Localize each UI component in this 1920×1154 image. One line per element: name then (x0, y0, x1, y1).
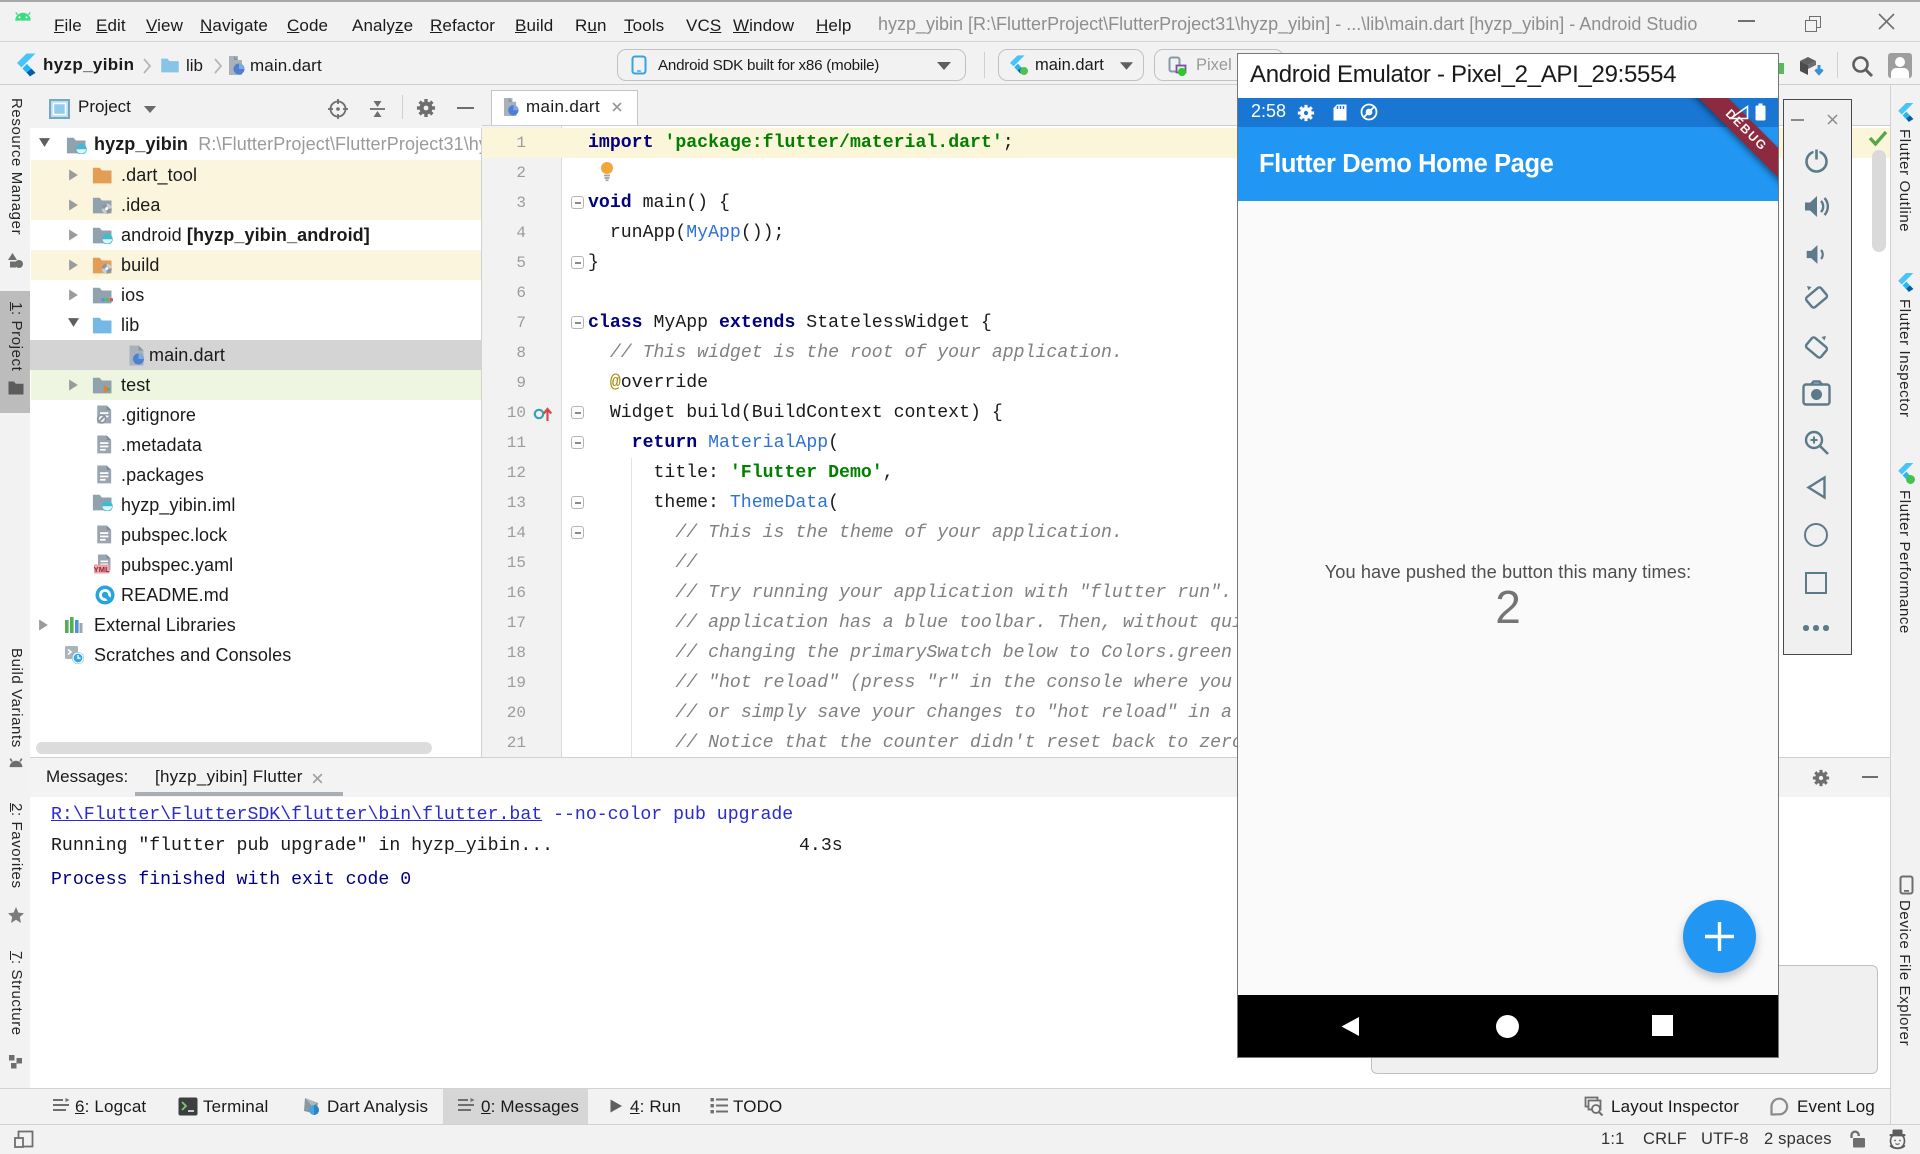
svg-text:YML: YML (94, 565, 110, 574)
